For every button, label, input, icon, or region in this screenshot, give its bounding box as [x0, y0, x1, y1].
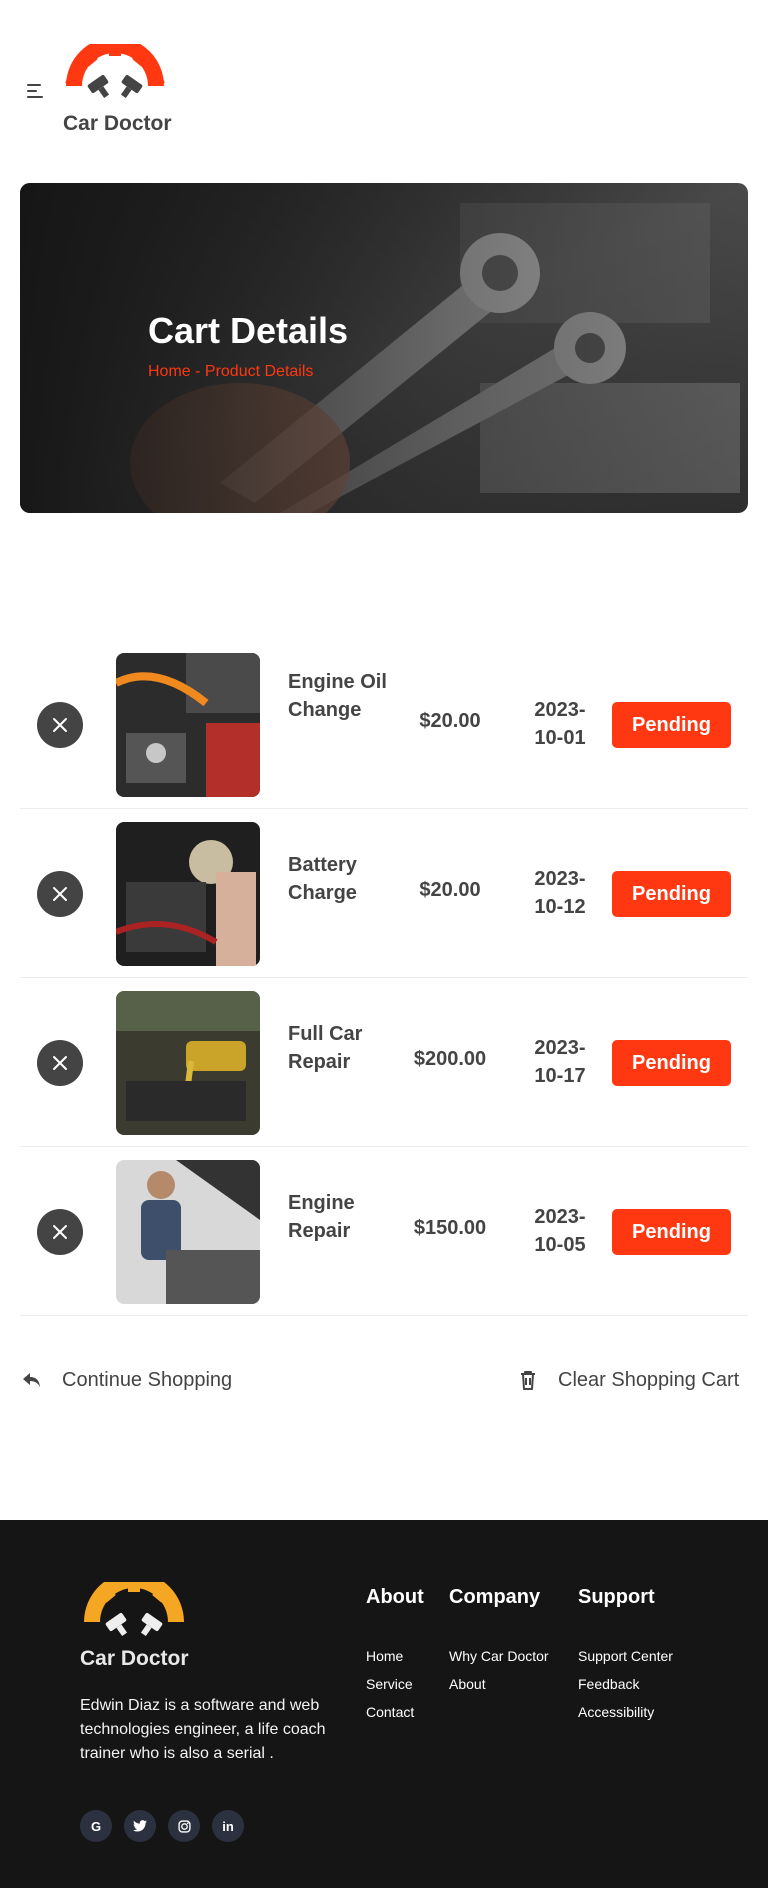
item-name: Battery Charge [288, 854, 357, 904]
footer-column-title: Company [449, 1586, 541, 1608]
site-header: Car Doctor [0, 0, 768, 160]
item-date: 2023- 10-05 [500, 1203, 620, 1259]
footer-link[interactable]: Support Center [578, 1642, 673, 1670]
footer-column-company: Company Why Car Doctor About [449, 1586, 549, 1698]
item-date-day: 10-17 [534, 1065, 586, 1087]
item-date-day: 10-01 [534, 727, 586, 749]
reply-arrow-icon [23, 1373, 40, 1387]
footer-logo-text: Car Doctor [80, 1647, 189, 1670]
page-title: Cart Details [148, 310, 349, 351]
twitter-icon[interactable] [124, 1810, 156, 1842]
item-date-year: 2023- [534, 699, 586, 721]
footer-link[interactable]: Home [366, 1642, 424, 1670]
item-price: $150.00 [413, 1217, 487, 1239]
continue-shopping-button[interactable]: Continue Shopping [20, 1368, 232, 1392]
item-date: 2023- 10-17 [500, 1034, 620, 1090]
item-date-day: 10-05 [534, 1234, 586, 1256]
remove-item-button[interactable] [37, 1209, 83, 1255]
item-date: 2023- 10-12 [500, 865, 620, 921]
table-row: Full Car Repair $200.00 2023- 10-17 Pend… [20, 978, 748, 1147]
clear-cart-button[interactable]: Clear Shopping Cart [516, 1368, 739, 1392]
item-name: Engine Repair [288, 1192, 355, 1242]
instagram-icon[interactable] [168, 1810, 200, 1842]
item-date-day: 10-12 [534, 896, 586, 918]
product-image [116, 1160, 260, 1304]
remove-item-button[interactable] [37, 702, 83, 748]
banner-wrench-image [20, 183, 748, 513]
footer-link[interactable]: Service [366, 1670, 424, 1698]
footer-link[interactable]: Feedback [578, 1670, 673, 1698]
social-links: G in [80, 1810, 244, 1842]
logo-text: Car Doctor [63, 112, 172, 135]
item-date-year: 2023- [534, 1037, 586, 1059]
item-date-year: 2023- [534, 1206, 586, 1228]
footer-link[interactable]: Why Car Doctor [449, 1642, 549, 1670]
cart-table: Engine Oil Change $20.00 2023- 10-01 Pen… [20, 640, 748, 1316]
status-button[interactable]: Pending [612, 702, 731, 748]
close-icon [53, 718, 67, 732]
status-button[interactable]: Pending [612, 1040, 731, 1086]
footer-column-title: Support [578, 1586, 655, 1608]
item-price: $20.00 [419, 710, 481, 732]
breadcrumb[interactable]: Home - Product Details [148, 363, 313, 381]
remove-item-button[interactable] [37, 871, 83, 917]
continue-shopping-label: Continue Shopping [62, 1368, 233, 1391]
close-icon [53, 1056, 67, 1070]
close-icon [53, 887, 67, 901]
remove-item-button[interactable] [37, 1040, 83, 1086]
google-icon[interactable]: G [80, 1810, 112, 1842]
trash-icon [521, 1371, 535, 1390]
linkedin-icon[interactable]: in [212, 1810, 244, 1842]
footer-column-about: About Home Service Contact [366, 1586, 424, 1726]
item-price: $20.00 [419, 879, 481, 901]
table-row: Engine Repair $150.00 2023- 10-05 Pendin… [20, 1147, 748, 1316]
status-button[interactable]: Pending [612, 1209, 731, 1255]
product-image [116, 991, 260, 1135]
item-name: Engine Oil Change [288, 671, 387, 721]
hamburger-menu-icon[interactable] [27, 84, 45, 98]
item-price: $200.00 [413, 1048, 487, 1070]
footer-link[interactable]: Contact [366, 1698, 424, 1726]
site-footer: Car Doctor Edwin Diaz is a software and … [0, 1520, 768, 1888]
footer-link[interactable]: About [449, 1670, 549, 1698]
footer-gear-logo-icon [84, 1582, 184, 1637]
footer-description: Edwin Diaz is a software and web technol… [80, 1697, 326, 1762]
table-row: Engine Oil Change $20.00 2023- 10-01 Pen… [20, 640, 748, 809]
page-banner: Cart Details Home - Product Details [20, 183, 748, 513]
product-image [116, 822, 260, 966]
status-button[interactable]: Pending [612, 871, 731, 917]
footer-link[interactable]: Accessibility [578, 1698, 673, 1726]
footer-column-support: Support Support Center Feedback Accessib… [578, 1586, 673, 1726]
footer-column-title: About [366, 1586, 424, 1608]
gear-logo-icon [65, 37, 165, 99]
car-doctor-logo[interactable]: Car Doctor [60, 37, 180, 135]
close-icon [53, 1225, 67, 1239]
product-image [116, 653, 260, 797]
item-date-year: 2023- [534, 868, 586, 890]
table-row: Battery Charge $20.00 2023- 10-12 Pendin… [20, 809, 748, 978]
item-date: 2023- 10-01 [500, 696, 620, 752]
clear-cart-label: Clear Shopping Cart [558, 1368, 740, 1391]
item-name: Full Car Repair [288, 1023, 363, 1073]
